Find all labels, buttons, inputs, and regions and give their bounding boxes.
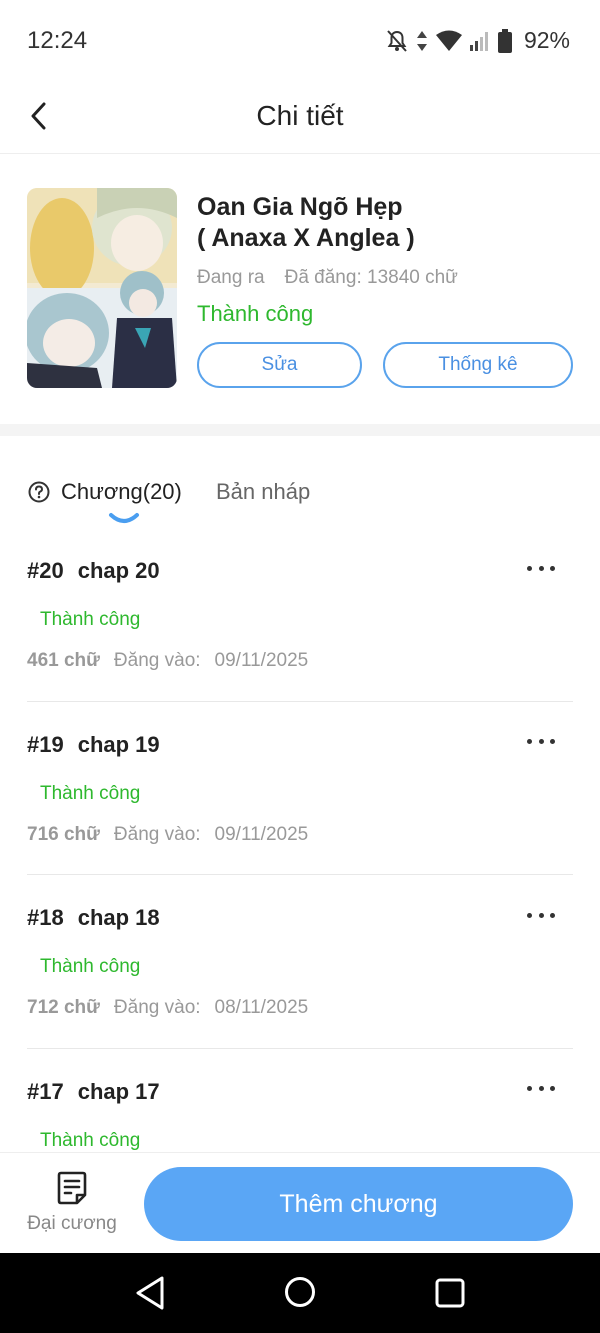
story-state: Đang ra bbox=[197, 267, 265, 288]
chapter-meta: 712 chữ Đăng vào: 08/11/2025 bbox=[27, 997, 308, 1019]
stats-button[interactable]: Thống kê bbox=[383, 342, 573, 388]
chapter-title: chap 20 bbox=[77, 558, 160, 583]
chapter-posted-label: Đăng vào: bbox=[113, 997, 201, 1018]
system-nav-bar bbox=[0, 1253, 600, 1333]
more-options-icon[interactable] bbox=[527, 909, 555, 921]
battery-percent: 92% bbox=[523, 27, 570, 53]
chapter-row[interactable]: #18 chap 18 Thành công 712 chữ Đăng vào:… bbox=[27, 875, 573, 1049]
chapter-posted-label: Đăng vào: bbox=[113, 823, 201, 845]
chapter-heading: #18 chap 18 bbox=[27, 905, 160, 931]
outline-button[interactable]: Đại cương bbox=[20, 1171, 124, 1241]
nav-home-icon[interactable] bbox=[284, 1276, 316, 1308]
chapter-word-count: 461 chữ bbox=[27, 650, 100, 671]
more-options-icon[interactable] bbox=[527, 1083, 555, 1095]
chapter-number: #17 bbox=[27, 1078, 64, 1104]
chapter-number: #20 bbox=[27, 558, 64, 583]
chapter-date: 08/11/2025 bbox=[214, 997, 309, 1018]
question-circle-icon[interactable] bbox=[28, 481, 50, 503]
more-options-icon[interactable] bbox=[527, 736, 555, 748]
chapter-heading: #20 chap 20 bbox=[27, 558, 160, 584]
battery-icon bbox=[497, 28, 512, 53]
nav-back-icon[interactable] bbox=[134, 1275, 166, 1311]
chapter-heading: #19 chap 19 bbox=[27, 732, 160, 758]
story-meta: Đang ra Đã đăng: 13840 chữ bbox=[197, 267, 458, 289]
chapter-number: #19 bbox=[27, 731, 64, 757]
chapter-number: #18 bbox=[27, 905, 64, 930]
story-status: Thành công bbox=[197, 301, 314, 326]
chapter-date: 09/11/2025 bbox=[214, 650, 309, 671]
chapter-status: Thành công bbox=[40, 1129, 141, 1151]
status-icons: 92% bbox=[386, 27, 570, 54]
chapter-word-count: 712 chữ bbox=[27, 997, 100, 1018]
chapter-meta: 716 chữ Đăng vào: 09/11/2025 bbox=[27, 824, 308, 846]
story-info: Oan Gia Ngõ Hẹp ( Anaxa X Anglea ) Đang … bbox=[0, 154, 600, 424]
section-divider bbox=[0, 424, 600, 436]
chapter-status: Thành công bbox=[40, 956, 141, 977]
chapter-word-count: 716 chữ bbox=[27, 823, 100, 845]
chapter-status: Thành công bbox=[40, 609, 141, 630]
chapter-title: chap 17 bbox=[77, 1078, 160, 1104]
chapter-status: Thành công bbox=[40, 782, 141, 804]
chapter-heading: #17 chap 17 bbox=[27, 1079, 160, 1105]
signal-icon bbox=[469, 31, 488, 51]
active-tab-indicator bbox=[109, 513, 139, 523]
chapter-title: chap 18 bbox=[77, 905, 160, 930]
chapter-list: #20 chap 20 Thành công 461 chữ Đăng vào:… bbox=[0, 528, 600, 1152]
page-title: Chi tiết bbox=[256, 100, 344, 131]
app-header: Chi tiết bbox=[0, 80, 600, 154]
status-time: 12:24 bbox=[27, 27, 88, 54]
chapter-date: 09/11/2025 bbox=[214, 823, 309, 845]
status-bar: 12:24 92% bbox=[0, 0, 600, 80]
nav-recent-icon[interactable] bbox=[435, 1278, 465, 1308]
chapter-row[interactable]: #17 chap 17 Thành công bbox=[27, 1049, 573, 1153]
edit-button[interactable]: Sửa bbox=[197, 342, 362, 388]
story-title: Oan Gia Ngõ Hẹp ( Anaxa X Anglea ) bbox=[197, 192, 577, 254]
wifi-icon bbox=[435, 30, 462, 51]
tab-chapters[interactable]: Chương(20) bbox=[61, 479, 182, 505]
chapter-meta: 461 chữ Đăng vào: 09/11/2025 bbox=[27, 650, 308, 672]
outline-label: Đại cương bbox=[27, 1213, 117, 1234]
story-word-count: Đã đăng: 13840 chữ bbox=[284, 267, 458, 288]
story-cover-image[interactable] bbox=[27, 188, 177, 388]
chapter-row[interactable]: #20 chap 20 Thành công 461 chữ Đăng vào:… bbox=[27, 528, 573, 702]
chapter-row[interactable]: #19 chap 19 Thành công 716 chữ Đăng vào:… bbox=[27, 702, 573, 875]
bell-off-icon bbox=[387, 29, 407, 52]
story-title-line1: Oan Gia Ngõ Hẹp bbox=[197, 193, 403, 221]
chapter-title: chap 19 bbox=[77, 731, 160, 757]
document-list-icon bbox=[57, 1171, 87, 1205]
more-options-icon[interactable] bbox=[527, 562, 555, 574]
bottom-action-bar: Đại cương Thêm chương bbox=[0, 1152, 600, 1253]
tabs: Chương(20) Bản nháp bbox=[0, 436, 600, 528]
chapter-posted-label: Đăng vào: bbox=[113, 650, 201, 671]
tab-drafts[interactable]: Bản nháp bbox=[216, 479, 310, 505]
data-arrows-icon bbox=[416, 30, 427, 51]
story-title-line2: ( Anaxa X Anglea ) bbox=[197, 224, 415, 252]
add-chapter-button[interactable]: Thêm chương bbox=[144, 1167, 573, 1241]
